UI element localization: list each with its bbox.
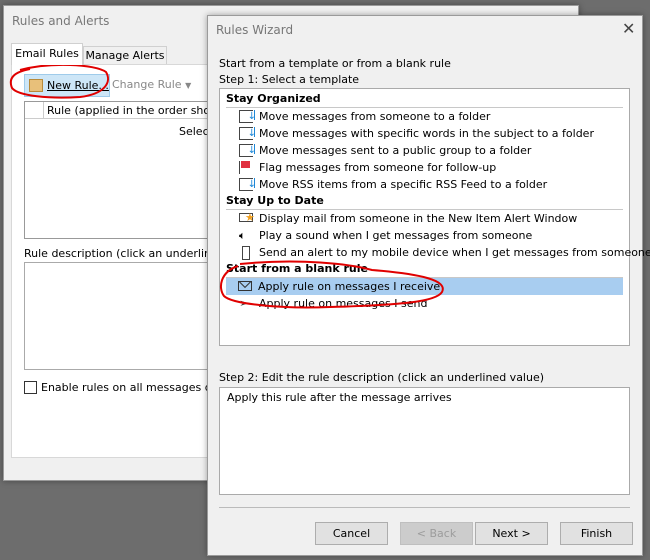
annotation-circle-blank-rule bbox=[220, 260, 444, 309]
tab-email-rules[interactable]: Email Rules bbox=[11, 43, 83, 65]
tab-label: Email Rules bbox=[15, 47, 79, 60]
annotation-overlay bbox=[9, 63, 444, 309]
annotation-circle-new-rule bbox=[9, 63, 109, 99]
